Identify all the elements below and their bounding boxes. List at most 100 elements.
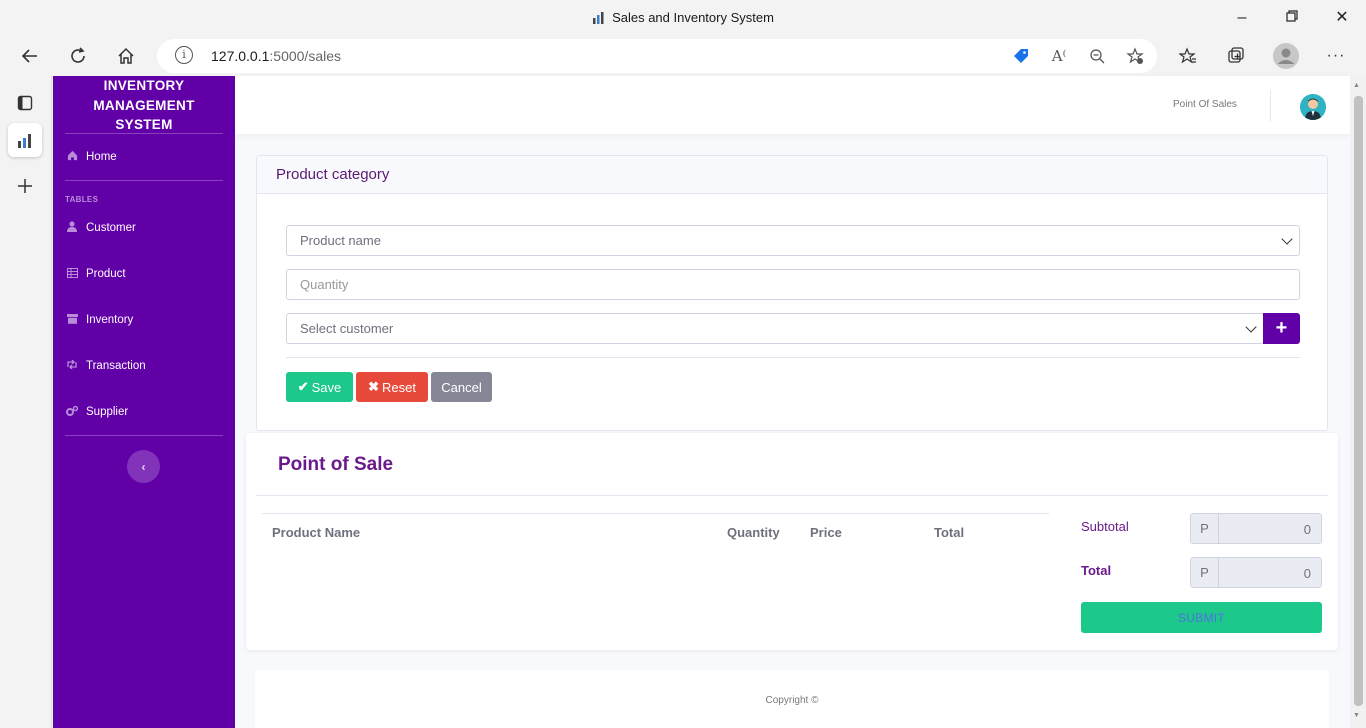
sidebar-item-label: Home bbox=[86, 151, 117, 163]
sidebar-divider bbox=[65, 435, 223, 436]
sidebar-item-label: Customer bbox=[86, 222, 136, 234]
topbar-divider bbox=[1270, 90, 1271, 122]
collections-button[interactable] bbox=[1222, 42, 1250, 70]
check-icon: ✔ bbox=[297, 379, 309, 394]
add-favorite-icon[interactable] bbox=[1123, 44, 1147, 68]
sidebar-item-transaction[interactable]: Transaction bbox=[53, 343, 235, 389]
favorites-button[interactable] bbox=[1174, 42, 1202, 70]
topbar: Point Of Sales bbox=[235, 76, 1350, 134]
total-value: 0 bbox=[1219, 558, 1321, 587]
column-header-quantity: Quantity bbox=[727, 525, 780, 540]
sidebar-item-inventory[interactable]: Inventory bbox=[53, 297, 235, 343]
currency-prefix: P bbox=[1191, 558, 1219, 587]
window-titlebar: Sales and Inventory System – ✕ bbox=[0, 0, 1366, 36]
quantity-input[interactable]: Quantity bbox=[286, 269, 1300, 300]
sidebar-toggle-button[interactable]: ‹ bbox=[127, 450, 160, 483]
table-header-border bbox=[262, 513, 1049, 514]
window-title: Sales and Inventory System bbox=[0, 10, 1366, 25]
app-chart-icon bbox=[18, 134, 31, 148]
column-header-price: Price bbox=[810, 525, 842, 540]
ellipsis-icon: ··· bbox=[1326, 47, 1346, 64]
back-button[interactable] bbox=[16, 42, 44, 70]
page-scrollbar[interactable]: ▲ ▼ bbox=[1350, 76, 1366, 728]
coupon-tag-icon[interactable] bbox=[1009, 44, 1033, 68]
zoom-out-icon[interactable] bbox=[1085, 44, 1109, 68]
plus-icon bbox=[18, 179, 32, 193]
user-icon bbox=[65, 221, 79, 235]
sidebar-item-product[interactable]: Product bbox=[53, 251, 235, 297]
site-info-icon[interactable]: i bbox=[175, 46, 193, 64]
total-label: Total bbox=[1081, 563, 1112, 578]
app-chart-icon bbox=[593, 12, 604, 24]
total-field: P 0 bbox=[1190, 557, 1322, 588]
customer-select[interactable]: Select customer bbox=[286, 313, 1264, 344]
url-text[interactable]: 127.0.0.1:5000/sales bbox=[211, 48, 341, 64]
column-header-product-name: Product Name bbox=[272, 525, 361, 540]
card-title: Product category bbox=[257, 156, 1327, 194]
read-aloud-icon[interactable]: A⁽ bbox=[1047, 44, 1071, 68]
sidebar-item-customer[interactable]: Customer bbox=[53, 205, 235, 251]
browser-toolbar: i 127.0.0.1:5000/sales A⁽ ··· bbox=[0, 36, 1366, 76]
profile-button[interactable] bbox=[1272, 42, 1300, 70]
copyright-text: Copyright © bbox=[765, 695, 819, 706]
subtotal-label: Subtotal bbox=[1081, 519, 1129, 534]
sidebar-item-supplier[interactable]: Supplier bbox=[53, 389, 235, 435]
refresh-button[interactable] bbox=[64, 42, 92, 70]
point-of-sale-card: Point of Sale Product Name Quantity Pric… bbox=[246, 433, 1338, 650]
product-category-card: Product category Product name Quantity S… bbox=[256, 155, 1328, 431]
currency-prefix: P bbox=[1191, 514, 1219, 543]
window-title-text: Sales and Inventory System bbox=[612, 10, 774, 25]
home-icon bbox=[118, 47, 134, 64]
chevron-down-icon bbox=[1245, 321, 1257, 333]
sidebar-item-label: Inventory bbox=[86, 314, 134, 326]
address-bar[interactable]: i 127.0.0.1:5000/sales A⁽ bbox=[157, 39, 1157, 73]
chevron-left-icon: ‹ bbox=[141, 459, 146, 474]
sidebar: INVENTORY MANAGEMENT SYSTEM Home TABLES … bbox=[53, 76, 235, 728]
profile-avatar-icon bbox=[1273, 43, 1299, 69]
scrollbar-thumb[interactable] bbox=[1354, 96, 1363, 706]
new-tab-button[interactable] bbox=[8, 169, 42, 203]
browser-vertical-tabs bbox=[0, 76, 52, 728]
main-content: Point Of Sales Product category Product … bbox=[235, 76, 1350, 728]
tab-actions-icon bbox=[17, 95, 33, 111]
column-header-total: Total bbox=[934, 525, 965, 540]
user-avatar[interactable] bbox=[1300, 94, 1326, 120]
sidebar-item-label: Transaction bbox=[86, 360, 146, 372]
more-menu-button[interactable]: ··· bbox=[1322, 42, 1350, 70]
cancel-button[interactable]: Cancel bbox=[431, 372, 492, 402]
refresh-icon bbox=[71, 47, 85, 63]
home-button[interactable] bbox=[112, 42, 140, 70]
home-icon bbox=[65, 150, 79, 164]
retweet-icon bbox=[65, 359, 79, 372]
scroll-down-arrow-icon[interactable]: ▼ bbox=[1353, 712, 1360, 719]
add-customer-button[interactable]: + bbox=[1263, 313, 1300, 344]
point-of-sales-link[interactable]: Point Of Sales bbox=[1173, 99, 1237, 110]
sidebar-item-label: Supplier bbox=[86, 406, 129, 418]
user-avatar-icon bbox=[1300, 94, 1326, 120]
subtotal-field: P 0 bbox=[1190, 513, 1322, 544]
subtotal-value: 0 bbox=[1219, 514, 1321, 543]
restore-icon bbox=[1286, 10, 1298, 22]
sidebar-brand[interactable]: INVENTORY MANAGEMENT SYSTEM bbox=[65, 76, 223, 134]
favorites-star-icon bbox=[1179, 47, 1196, 64]
table-icon bbox=[65, 267, 79, 281]
pos-title: Point of Sale bbox=[278, 454, 394, 475]
plus-icon: + bbox=[1275, 317, 1288, 339]
times-icon: ✖ bbox=[368, 379, 379, 394]
sidebar-item-home[interactable]: Home bbox=[53, 134, 235, 180]
tab-sales-inventory[interactable] bbox=[8, 123, 42, 157]
sidebar-section-heading: TABLES bbox=[65, 195, 99, 204]
close-window-button[interactable]: ✕ bbox=[1328, 6, 1356, 30]
sidebar-item-label: Product bbox=[86, 268, 126, 280]
cogs-icon bbox=[65, 405, 79, 419]
submit-button[interactable]: SUBMIT bbox=[1081, 602, 1322, 633]
reset-button[interactable]: ✖ Reset bbox=[356, 372, 428, 402]
minimize-button[interactable]: – bbox=[1228, 6, 1256, 30]
scroll-up-arrow-icon[interactable]: ▲ bbox=[1353, 82, 1360, 89]
archive-icon bbox=[65, 313, 79, 327]
save-button[interactable]: ✔ Save bbox=[286, 372, 353, 402]
restore-button[interactable] bbox=[1278, 6, 1306, 30]
footer: Copyright © bbox=[255, 670, 1329, 728]
product-name-select[interactable]: Product name bbox=[286, 225, 1300, 256]
tab-actions-button[interactable] bbox=[8, 86, 42, 120]
